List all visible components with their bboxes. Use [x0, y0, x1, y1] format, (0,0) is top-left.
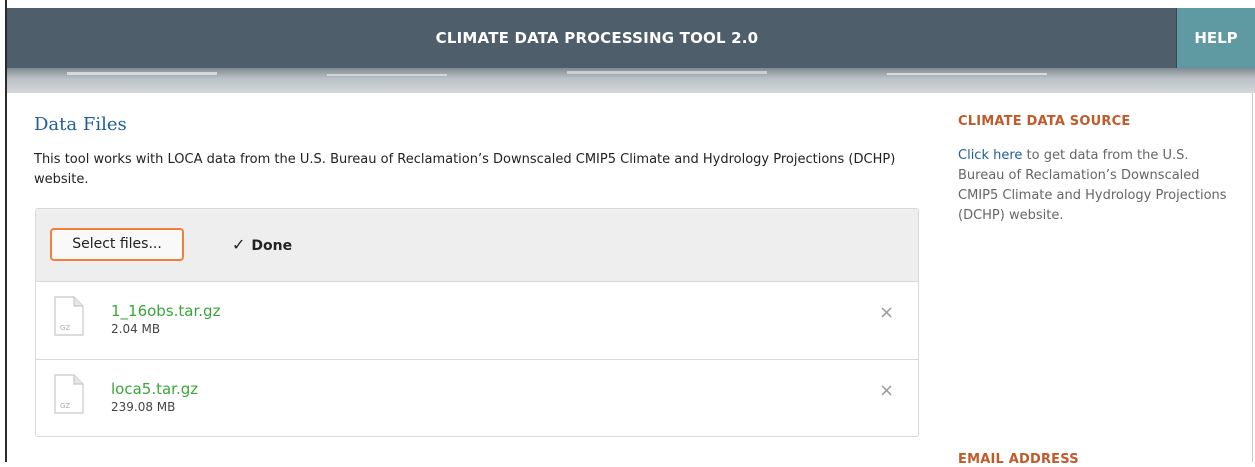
- svg-text:GZ: GZ: [60, 402, 70, 410]
- done-button[interactable]: ✓ Done: [232, 228, 292, 261]
- upload-toolbar: Select files... ✓ Done: [36, 209, 918, 282]
- section-title: Data Files: [34, 114, 127, 135]
- sidebar-email-heading: EMAIL ADDRESS: [958, 452, 1079, 467]
- file-name: 1_16obs.tar.gz: [111, 302, 221, 320]
- app-title: CLIMATE DATA PROCESSING TOOL 2.0: [435, 29, 759, 47]
- app-window: CLIMATE DATA PROCESSING TOOL 2.0 HELP Da…: [0, 0, 1255, 467]
- file-name: loca5.tar.gz: [111, 380, 199, 398]
- header-banner-image: [7, 68, 1255, 93]
- description-text: This tool works with LOCA data from the …: [34, 152, 896, 187]
- header: CLIMATE DATA PROCESSING TOOL 2.0 HELP: [7, 8, 1255, 93]
- file-upload-panel: Select files... ✓ Done GZ 1_16obs.tar.gz …: [35, 208, 919, 437]
- svg-text:GZ: GZ: [60, 324, 70, 332]
- sidebar-text: Click here to get data from the U.S. Bur…: [958, 146, 1238, 226]
- file-size: 2.04 MB: [111, 322, 161, 336]
- select-files-button[interactable]: Select files...: [50, 228, 184, 261]
- scroll-edge: [1252, 93, 1253, 462]
- close-icon[interactable]: ×: [879, 302, 894, 323]
- help-button[interactable]: HELP: [1177, 8, 1255, 68]
- file-icon: GZ: [54, 374, 84, 414]
- file-list-item: GZ loca5.tar.gz 239.08 MB ×: [36, 360, 918, 437]
- file-size: 239.08 MB: [111, 400, 176, 414]
- checkmark-icon: ✓: [232, 235, 246, 254]
- file-list-item: GZ 1_16obs.tar.gz 2.04 MB ×: [36, 282, 918, 360]
- file-icon: GZ: [54, 296, 84, 336]
- close-icon[interactable]: ×: [879, 380, 894, 401]
- click-here-link[interactable]: Click here: [958, 148, 1022, 163]
- sidebar-title: CLIMATE DATA SOURCE: [958, 114, 1131, 129]
- done-label: Done: [251, 238, 293, 254]
